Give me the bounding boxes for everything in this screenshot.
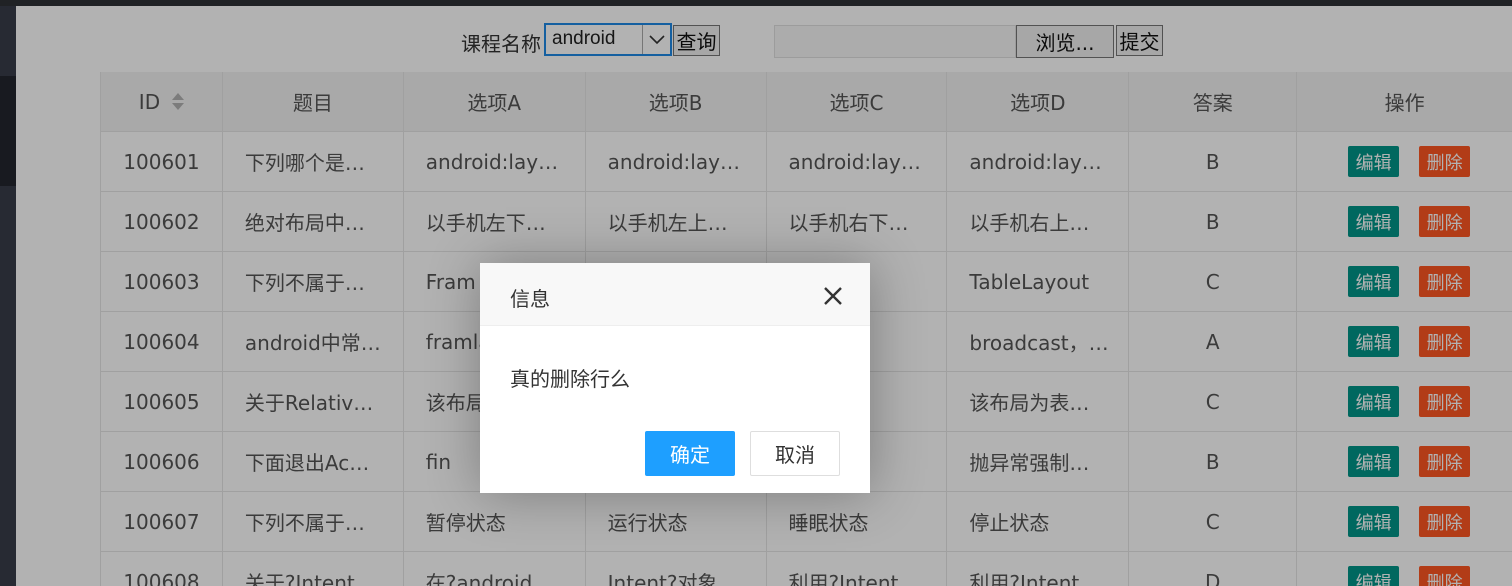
dialog-header: 信息 [480,263,870,326]
cancel-button[interactable]: 取消 [750,431,840,476]
dialog-message: 真的删除行么 [510,367,630,391]
dialog-title: 信息 [510,287,550,311]
confirm-dialog: 信息 真的删除行么 确定 取消 [480,263,870,493]
confirm-button[interactable]: 确定 [645,431,735,476]
close-icon[interactable] [820,283,846,309]
